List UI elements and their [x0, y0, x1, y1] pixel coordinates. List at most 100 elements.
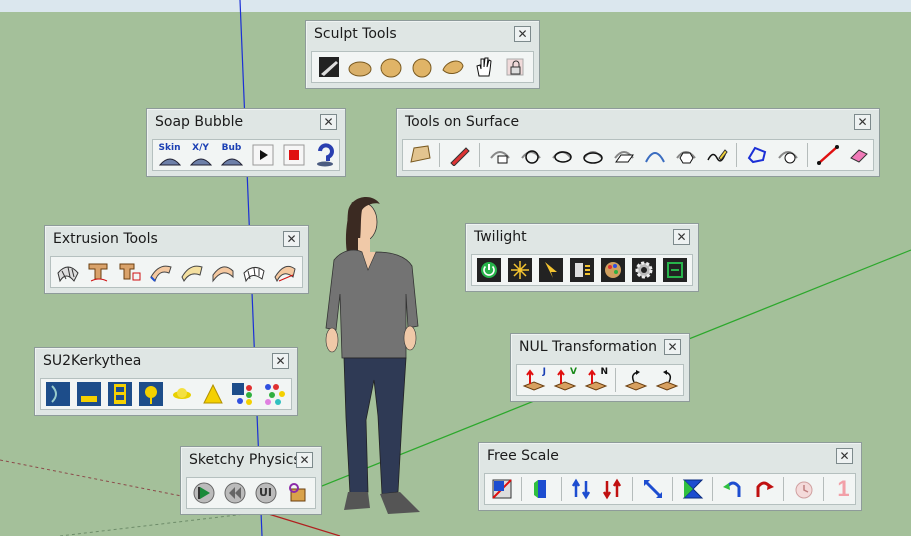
rotate-right-icon[interactable]: [653, 367, 680, 394]
close-button[interactable]: ✕: [514, 26, 531, 42]
ui-icon[interactable]: UI: [252, 480, 279, 507]
close-button[interactable]: ✕: [272, 353, 289, 369]
stop-icon[interactable]: [280, 142, 307, 169]
lock-icon[interactable]: [501, 54, 528, 81]
model-viewport[interactable]: Sculpt Tools ✕ Soap Bubble ✕ Skin X/Y Bu…: [0, 0, 911, 536]
follow-surface-icon[interactable]: [271, 259, 298, 286]
xy-icon[interactable]: X/Y: [187, 142, 214, 169]
rotate-left-icon[interactable]: [622, 367, 649, 394]
transform-v-icon[interactable]: V: [551, 367, 578, 394]
render-icon[interactable]: [661, 257, 688, 284]
power-icon[interactable]: [475, 257, 502, 284]
pinch-icon[interactable]: [439, 54, 466, 81]
twilight-toolbar: Twilight ✕: [465, 223, 699, 292]
toolbar-title: Sculpt Tools: [314, 26, 397, 42]
close-button[interactable]: ✕: [854, 114, 871, 130]
skin-surface-icon[interactable]: [178, 259, 205, 286]
clock-icon[interactable]: [790, 476, 817, 503]
close-button[interactable]: ✕: [296, 452, 313, 468]
rewind-icon[interactable]: [221, 480, 248, 507]
close-button[interactable]: ✕: [836, 448, 853, 464]
close-button[interactable]: ✕: [320, 114, 337, 130]
light-icon[interactable]: [506, 257, 533, 284]
scale-box-icon[interactable]: [488, 476, 515, 503]
sun-object-icon[interactable]: [168, 381, 195, 408]
line-icon[interactable]: [814, 142, 841, 169]
rotate-ccw-icon[interactable]: [750, 476, 777, 503]
close-button[interactable]: ✕: [283, 231, 300, 247]
extrude-grid-icon[interactable]: [54, 259, 81, 286]
separator: [672, 477, 673, 501]
pencil-icon[interactable]: [446, 142, 473, 169]
toolbar-title: Twilight: [474, 229, 527, 245]
ui-label: UI: [258, 485, 273, 499]
scale-bar-icon[interactable]: [528, 476, 555, 503]
close-button[interactable]: ✕: [673, 229, 690, 245]
material-icon[interactable]: [568, 257, 595, 284]
extrude-edges-icon[interactable]: [147, 259, 174, 286]
free-scale-toolbar: Free Scale ✕ 1: [478, 442, 862, 511]
stretch-down-icon[interactable]: [599, 476, 626, 503]
skin-icon[interactable]: Skin: [156, 142, 183, 169]
person-figure: [325, 197, 420, 514]
lofting-icon[interactable]: [209, 259, 236, 286]
freehand-icon[interactable]: [703, 142, 730, 169]
transform-n-icon[interactable]: N: [582, 367, 609, 394]
separator: [823, 477, 824, 501]
polygon-icon[interactable]: [672, 142, 699, 169]
play-icon[interactable]: [190, 480, 217, 507]
surface-icon[interactable]: [406, 142, 433, 169]
separator: [783, 477, 784, 501]
t-extrude-icon[interactable]: [85, 259, 112, 286]
play-icon[interactable]: [249, 142, 276, 169]
dots-icon[interactable]: [261, 381, 288, 408]
tools-on-surface-toolbar: Tools on Surface ✕: [396, 108, 880, 177]
offset-icon[interactable]: [743, 142, 770, 169]
grid-loft-icon[interactable]: [240, 259, 267, 286]
one-icon[interactable]: 1: [830, 476, 857, 503]
j-label: J: [542, 366, 546, 377]
taper-icon[interactable]: [679, 476, 706, 503]
sculpt-brush-icon[interactable]: [315, 54, 342, 81]
film-icon[interactable]: [106, 381, 133, 408]
sphere-icon[interactable]: [408, 54, 435, 81]
transform-j-icon[interactable]: J: [520, 367, 547, 394]
smooth-icon[interactable]: [377, 54, 404, 81]
toolbar-title: NUL Transformation: [519, 339, 658, 355]
v-label: V: [570, 366, 577, 377]
inflate-icon[interactable]: [346, 54, 373, 81]
ellipse2-on-surface-icon[interactable]: [579, 142, 606, 169]
tree-icon[interactable]: [137, 381, 164, 408]
rotate-cw-icon[interactable]: [719, 476, 746, 503]
help-icon[interactable]: [311, 142, 338, 169]
eraser-icon[interactable]: [845, 142, 872, 169]
bub-label: Bub: [221, 142, 242, 153]
separator: [615, 368, 616, 392]
sun-icon[interactable]: [537, 257, 564, 284]
palette-icon[interactable]: [599, 257, 626, 284]
separator: [521, 477, 522, 501]
skin-label: Skin: [158, 142, 181, 153]
close-button[interactable]: ✕: [664, 339, 681, 355]
edge-icon[interactable]: [774, 142, 801, 169]
cone-icon[interactable]: [199, 381, 226, 408]
gear-icon[interactable]: [630, 257, 657, 284]
ellipse-on-surface-icon[interactable]: [548, 142, 575, 169]
rect-on-surface-icon[interactable]: [486, 142, 513, 169]
parallelogram-icon[interactable]: [610, 142, 637, 169]
bub-icon[interactable]: Bub: [218, 142, 245, 169]
hand-icon[interactable]: [470, 54, 497, 81]
circle-on-surface-icon[interactable]: [517, 142, 544, 169]
diag-scale-icon[interactable]: [639, 476, 666, 503]
extrusion-tools-toolbar: Extrusion Tools ✕: [44, 225, 309, 294]
export-icon[interactable]: [44, 381, 71, 408]
t-extrude2-icon[interactable]: [116, 259, 143, 286]
joint-icon[interactable]: [283, 480, 310, 507]
arc-icon[interactable]: [641, 142, 668, 169]
toolbar-title: Sketchy Physics: [189, 452, 301, 468]
layers-icon[interactable]: [230, 381, 257, 408]
sketchy-physics-toolbar: Sketchy Physics ✕ UI: [180, 446, 322, 515]
stretch-up-icon[interactable]: [568, 476, 595, 503]
separator: [439, 143, 440, 167]
model-icon[interactable]: [75, 381, 102, 408]
